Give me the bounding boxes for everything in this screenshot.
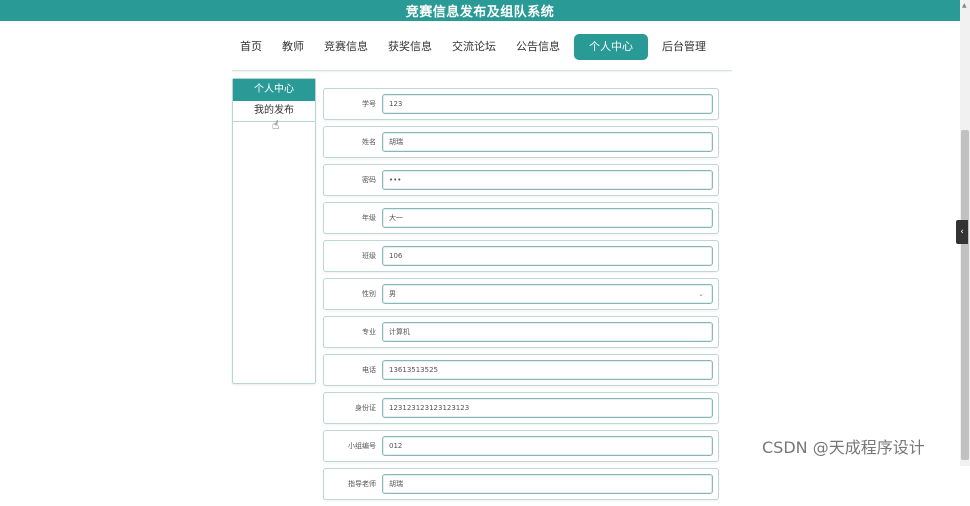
field-label: 姓名 <box>362 138 376 146</box>
form-row-password: 密码 ••• <box>323 164 719 196</box>
top-header: 竞赛信息发布及组队系统 <box>0 0 960 21</box>
profile-form: 学号 123 姓名 胡瑞 密码 ••• 年级 大一 班级 106 性别 男 ⌄ … <box>323 88 719 506</box>
field-label: 电话 <box>362 366 376 374</box>
nav-item-personal-center[interactable]: 个人中心 <box>574 34 648 60</box>
nav-item-teacher[interactable]: 教师 <box>272 34 314 60</box>
field-label: 年级 <box>362 214 376 222</box>
field-label: 性别 <box>362 290 376 298</box>
name-input[interactable]: 胡瑞 <box>382 132 713 152</box>
nav-divider <box>232 70 732 71</box>
nav-item-competition-info[interactable]: 竞赛信息 <box>314 34 378 60</box>
scrollbar-thumb[interactable] <box>961 130 969 460</box>
watermark: CSDN @天成程序设计 <box>762 438 925 457</box>
sidebar-title[interactable]: 个人中心 <box>233 79 315 101</box>
major-input[interactable]: 计算机 <box>382 322 713 342</box>
scroll-up-icon[interactable]: ▲ <box>962 2 967 9</box>
nav-item-admin[interactable]: 后台管理 <box>652 34 716 60</box>
advisor-input[interactable]: 胡瑞 <box>382 474 713 494</box>
gender-select-value: 男 <box>389 290 396 298</box>
site-title: 竞赛信息发布及组队系统 <box>405 5 555 20</box>
field-label: 班级 <box>362 252 376 260</box>
field-label: 密码 <box>362 176 376 184</box>
nav-item-forum[interactable]: 交流论坛 <box>442 34 506 60</box>
password-input[interactable]: ••• <box>382 170 713 190</box>
chevron-down-icon: ⌄ <box>698 290 704 298</box>
main-nav: 首页 教师 竞赛信息 获奖信息 交流论坛 公告信息 个人中心 后台管理 <box>230 32 730 62</box>
group-id-input[interactable]: 012 <box>382 436 713 456</box>
nav-item-notice[interactable]: 公告信息 <box>506 34 570 60</box>
form-row-phone: 电话 13613513525 <box>323 354 719 386</box>
form-row-major: 专业 计算机 <box>323 316 719 348</box>
field-label: 学号 <box>362 100 376 108</box>
field-label: 小组编号 <box>348 442 376 450</box>
form-row-grade: 年级 大一 <box>323 202 719 234</box>
form-row-id-card: 身份证 123123123123123123 <box>323 392 719 424</box>
side-collapse-tab[interactable]: ‹ <box>956 220 968 244</box>
id-card-input[interactable]: 123123123123123123 <box>382 398 713 418</box>
form-row-name: 姓名 胡瑞 <box>323 126 719 158</box>
hand-cursor-icon: ☝ <box>272 118 280 132</box>
form-row-class: 班级 106 <box>323 240 719 272</box>
gender-select[interactable]: 男 ⌄ <box>382 284 713 304</box>
field-label: 身份证 <box>355 404 376 412</box>
phone-input[interactable]: 13613513525 <box>382 360 713 380</box>
nav-item-home[interactable]: 首页 <box>230 34 272 60</box>
form-row-gender: 性别 男 ⌄ <box>323 278 719 310</box>
field-label: 专业 <box>362 328 376 336</box>
form-row-student-id: 学号 123 <box>323 88 719 120</box>
student-id-input[interactable]: 123 <box>382 94 713 114</box>
nav-item-award-info[interactable]: 获奖信息 <box>378 34 442 60</box>
form-row-group-id: 小组编号 012 <box>323 430 719 462</box>
field-label: 指导老师 <box>348 480 376 488</box>
grade-input[interactable]: 大一 <box>382 208 713 228</box>
class-input[interactable]: 106 <box>382 246 713 266</box>
form-row-advisor: 指导老师 胡瑞 <box>323 468 719 500</box>
